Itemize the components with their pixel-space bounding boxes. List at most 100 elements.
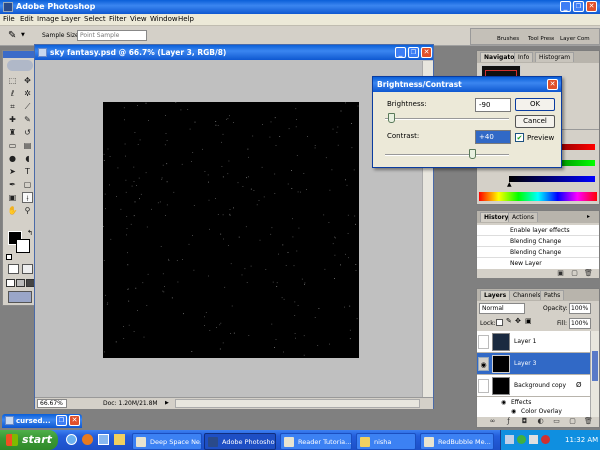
tray-network-icon[interactable] [505,435,514,444]
blend-mode-select[interactable]: Normal [479,303,525,314]
color-slider-thumb-icon[interactable]: ▲ [507,181,512,188]
effects-eye-icon[interactable]: ◉ [501,399,506,406]
shape-tool-icon[interactable]: ▢ [22,179,33,190]
background-color-swatch[interactable] [16,239,30,253]
quick-launch-email-icon[interactable] [114,434,125,445]
layer-row-layer-3[interactable]: ◉ Layer 3 [477,353,590,375]
tray-antivirus-icon[interactable] [541,435,550,444]
app-minimize-button[interactable]: _ [560,1,571,12]
dialog-title-bar[interactable]: Brightness/Contrast ✕ [373,77,561,92]
document-maximize-button[interactable]: ❐ [408,47,419,58]
new-group-icon[interactable]: ▭ [551,416,562,427]
menu-view[interactable]: View [130,15,147,23]
new-snapshot-icon[interactable]: ▢ [569,268,580,279]
eye-icon[interactable]: ◉ [478,357,489,371]
contrast-slider-track[interactable] [385,154,509,156]
tray-messenger-icon[interactable] [517,435,526,444]
quick-launch-desktop-icon[interactable] [98,434,109,445]
color-overlay-eye-icon[interactable]: ◉ [511,408,516,415]
fill-field[interactable]: 100% [569,318,591,329]
well-tab-tool-presets[interactable]: Tool Presets [528,36,554,42]
tray-volume-icon[interactable] [529,435,538,444]
menu-edit[interactable]: Edit [20,15,34,23]
color-spectrum-bar[interactable] [479,192,597,201]
quick-mask-icon[interactable] [22,264,33,274]
history-brush-tool-icon[interactable]: ↺ [22,127,33,138]
marquee-tool-icon[interactable]: ⬚ [7,75,18,86]
dodge-tool-icon[interactable]: ◖ [22,153,33,164]
horizontal-scrollbar[interactable] [175,399,420,408]
healing-brush-tool-icon[interactable]: ✚ [7,114,18,125]
add-mask-icon[interactable]: ◘ [519,416,530,427]
screen-mode-standard-icon[interactable] [6,279,15,287]
opacity-field[interactable]: 100% [569,303,591,314]
lock-all-icon[interactable]: ▣ [525,317,532,325]
contrast-slider-thumb[interactable] [468,149,476,159]
magic-wand-tool-icon[interactable]: ✲ [22,88,33,99]
tab-histogram[interactable]: Histogram [535,52,575,62]
ok-button[interactable]: OK [515,98,555,111]
notes-tool-icon[interactable]: ▣ [7,192,18,203]
blur-tool-icon[interactable]: ● [7,153,18,164]
link-layers-icon[interactable]: ∞ [487,416,498,427]
cancel-button[interactable]: Cancel [515,115,555,128]
eraser-tool-icon[interactable]: ▭ [7,140,18,151]
dialog-close-button[interactable]: ✕ [547,79,558,90]
path-select-tool-icon[interactable]: ➤ [7,166,18,177]
visibility-toggle-icon[interactable] [478,379,489,393]
layer-row-background-copy[interactable]: Background copy Ø [477,375,590,397]
document-title-bar[interactable]: sky fantasy.psd @ 66.7% (Layer 3, RGB/8)… [35,45,433,60]
default-colors-icon[interactable] [6,254,12,260]
preview-checkbox[interactable]: ✔ [515,133,524,142]
history-trash-icon[interactable]: 🗑 [583,268,594,279]
sample-size-select[interactable]: Point Sample [77,30,147,41]
tool-preset-arrow-icon[interactable]: ▼ [21,32,25,38]
brightness-field[interactable]: -90 [475,98,511,112]
lock-move-icon[interactable]: ✥ [515,317,521,325]
start-button[interactable]: start [0,430,58,450]
well-tab-layer-comps[interactable]: Layer Comps [560,36,590,42]
app-close-button[interactable]: ✕ [586,1,597,12]
tab-info[interactable]: Info [514,52,534,62]
standard-mode-icon[interactable] [8,264,19,274]
clone-stamp-tool-icon[interactable]: ♜ [7,127,18,138]
app-restore-button[interactable]: ❐ [573,1,584,12]
toolbox-logo[interactable] [7,60,33,71]
brush-tool-icon[interactable]: ✎ [22,114,33,125]
quick-launch-ie-icon[interactable] [66,434,77,445]
hand-tool-icon[interactable]: ✋ [7,205,18,216]
brightness-slider-track[interactable] [385,118,509,120]
image-canvas[interactable] [103,102,359,358]
tab-actions[interactable]: Actions [508,212,538,222]
visibility-toggle-icon[interactable] [478,335,489,349]
new-document-icon[interactable]: ▣ [555,268,566,279]
add-layer-style-icon[interactable]: ƒ [503,416,514,427]
minimized-close-button[interactable]: ✕ [69,415,80,426]
gradient-tool-icon[interactable]: ▤ [22,140,33,151]
lock-brush-icon[interactable]: ✎ [506,317,512,325]
quick-launch-firefox-icon[interactable] [82,434,93,445]
taskbar-task[interactable]: Deep Space Ne... [132,433,202,450]
minimized-restore-button[interactable]: ❐ [56,415,67,426]
doc-info[interactable]: Doc: 1.20M/21.8M [103,400,158,407]
taskbar-task-active[interactable]: Adobe Photoshop [204,433,276,450]
history-menu-icon[interactable]: ▸ [587,213,590,220]
swap-colors-icon[interactable]: ↰ [27,229,33,237]
menu-window[interactable]: Window [150,15,178,23]
layers-scrollbar[interactable] [590,331,599,417]
brightness-slider-thumb[interactable] [388,113,396,123]
delete-layer-icon[interactable]: 🗑 [583,416,594,427]
pen-tool-icon[interactable]: ✒ [7,179,18,190]
type-tool-icon[interactable]: T [22,166,33,177]
new-layer-icon[interactable]: ▢ [567,416,578,427]
toolbox-title-bar[interactable] [3,51,37,58]
effects-row[interactable]: ◉ Effects [477,398,590,408]
document-close-button[interactable]: ✕ [421,47,432,58]
clock[interactable]: 11:32 AM [565,430,598,450]
color-slider-blue[interactable] [509,176,595,182]
eyedropper-icon[interactable]: ✎ [8,30,20,42]
tab-paths[interactable]: Paths [540,290,565,300]
slice-tool-icon[interactable]: ⟋ [22,101,33,112]
menu-filter[interactable]: Filter [109,15,126,23]
history-item[interactable]: New Layer [477,258,599,269]
